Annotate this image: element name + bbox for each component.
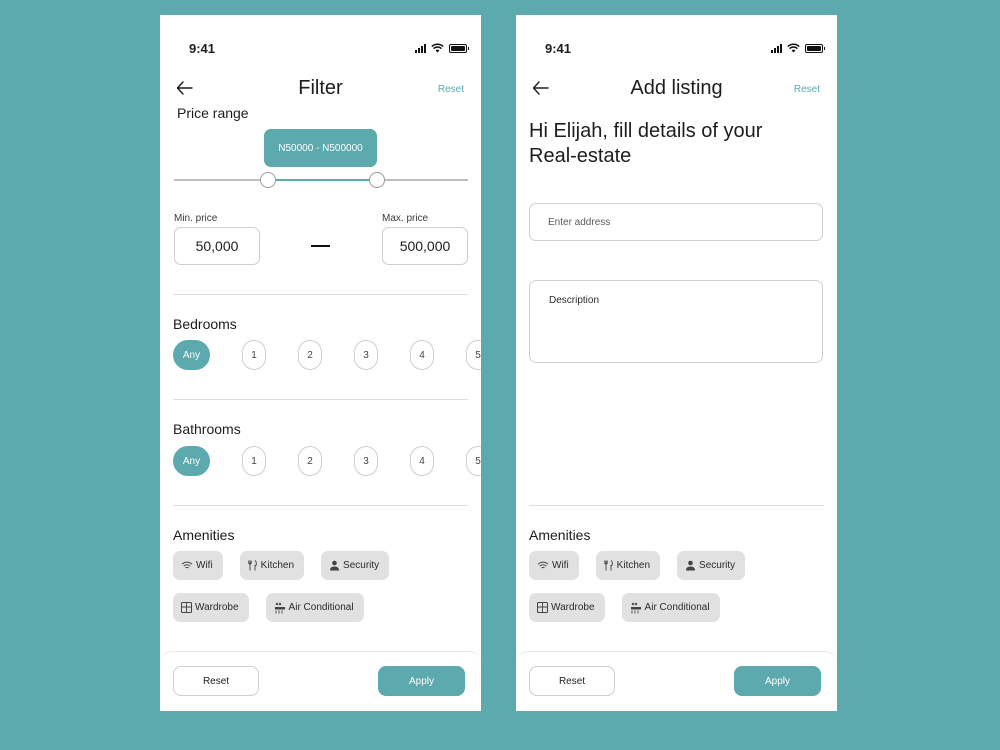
- amenity-label: Wifi: [196, 560, 213, 571]
- amenity-chip-kitchen[interactable]: Kitchen: [239, 551, 305, 580]
- amenities-row: Wardrobe Air Conditional: [173, 593, 364, 622]
- amenity-label: Kitchen: [260, 560, 295, 571]
- bedrooms-option-3[interactable]: 3: [354, 340, 378, 370]
- bathrooms-option-2[interactable]: 2: [298, 446, 322, 476]
- amenities-row: Wifi Kitchen Security: [529, 551, 746, 580]
- bathrooms-option-any[interactable]: Any: [173, 446, 210, 476]
- battery-icon: [449, 43, 469, 53]
- amenity-label: Security: [699, 560, 736, 571]
- wardrobe-icon: [181, 602, 192, 613]
- amenity-chip-wardrobe[interactable]: Wardrobe: [173, 593, 249, 622]
- status-icons: [415, 43, 469, 53]
- amenities-title: Amenities: [529, 527, 591, 543]
- status-icons: [771, 43, 825, 53]
- min-price-handle[interactable]: [260, 172, 276, 188]
- amenities-row: Wardrobe Air Conditional: [529, 593, 720, 622]
- max-price-input[interactable]: 500,000: [382, 227, 468, 265]
- signal-icon: [771, 43, 782, 53]
- amenity-chip-wardrobe[interactable]: Wardrobe: [529, 593, 605, 622]
- min-price-label: Min. price: [174, 213, 218, 224]
- wardrobe-icon: [537, 602, 548, 613]
- security-icon: [329, 560, 340, 571]
- amenity-label: Air Conditional: [644, 602, 710, 613]
- air-conditioner-icon: [274, 602, 286, 614]
- page-title: Add listing: [630, 77, 723, 99]
- bedrooms-options: Any 1 2 3 4 5: [173, 340, 481, 370]
- max-price-label: Max. price: [382, 213, 429, 224]
- price-separator: [311, 245, 330, 247]
- amenity-chip-wifi[interactable]: Wifi: [529, 551, 579, 580]
- amenity-chip-security[interactable]: Security: [321, 551, 390, 580]
- divider: [173, 399, 468, 400]
- bedrooms-option-5[interactable]: 5: [466, 340, 481, 370]
- bathrooms-option-1[interactable]: 1: [242, 446, 266, 476]
- amenity-label: Wardrobe: [195, 602, 239, 613]
- min-price-input[interactable]: 50,000: [174, 227, 260, 265]
- divider: [173, 505, 468, 506]
- amenity-chip-security[interactable]: Security: [677, 551, 746, 580]
- status-time: 9:41: [189, 41, 216, 56]
- price-range-tooltip: N50000 - N500000: [264, 129, 377, 167]
- filter-screen: 9:41 Filter Reset Price range N50000 - N…: [160, 15, 481, 711]
- security-icon: [685, 560, 696, 571]
- bedrooms-title: Bedrooms: [173, 316, 237, 332]
- kitchen-icon: [248, 560, 258, 571]
- apply-button[interactable]: Apply: [378, 666, 465, 696]
- amenity-label: Wardrobe: [551, 602, 595, 613]
- address-input[interactable]: [529, 203, 823, 241]
- bedrooms-option-2[interactable]: 2: [298, 340, 322, 370]
- wifi-status-icon: [787, 43, 800, 53]
- max-price-handle[interactable]: [369, 172, 385, 188]
- amenities-row: Wifi Kitchen Security: [173, 551, 390, 580]
- amenity-chip-kitchen[interactable]: Kitchen: [595, 551, 661, 580]
- status-time: 9:41: [545, 41, 572, 56]
- bathrooms-title: Bathrooms: [173, 421, 241, 437]
- wifi-icon: [537, 561, 549, 570]
- amenities-title: Amenities: [173, 527, 235, 543]
- header-reset-link[interactable]: Reset: [438, 84, 464, 95]
- wifi-icon: [181, 561, 193, 570]
- amenity-label: Security: [343, 560, 380, 571]
- header-reset-link[interactable]: Reset: [794, 84, 820, 95]
- add-listing-screen: 9:41 Add listing Reset Hi Elijah, fill d…: [516, 15, 837, 711]
- amenity-label: Kitchen: [616, 560, 651, 571]
- bedrooms-option-4[interactable]: 4: [410, 340, 434, 370]
- amenity-chip-wifi[interactable]: Wifi: [173, 551, 223, 580]
- divider: [173, 294, 468, 295]
- amenity-chip-air-conditional[interactable]: Air Conditional: [265, 593, 364, 622]
- bathrooms-option-4[interactable]: 4: [410, 446, 434, 476]
- page-title: Filter: [298, 77, 343, 99]
- reset-button[interactable]: Reset: [173, 666, 259, 696]
- wifi-status-icon: [431, 43, 444, 53]
- amenity-label: Wifi: [552, 560, 569, 571]
- amenity-chip-air-conditional[interactable]: Air Conditional: [621, 593, 720, 622]
- divider: [529, 505, 824, 506]
- bedrooms-option-any[interactable]: Any: [173, 340, 210, 370]
- bathrooms-option-3[interactable]: 3: [354, 446, 378, 476]
- price-range-title: Price range: [177, 105, 249, 121]
- air-conditioner-icon: [630, 602, 642, 614]
- price-slider-range: [267, 179, 377, 181]
- bedrooms-option-1[interactable]: 1: [242, 340, 266, 370]
- bathrooms-options: Any 1 2 3 4 5: [173, 446, 481, 476]
- signal-icon: [415, 43, 426, 53]
- battery-icon: [805, 43, 825, 53]
- kitchen-icon: [604, 560, 614, 571]
- description-input[interactable]: [529, 280, 823, 363]
- apply-button[interactable]: Apply: [734, 666, 821, 696]
- amenity-label: Air Conditional: [288, 602, 354, 613]
- reset-button[interactable]: Reset: [529, 666, 615, 696]
- bathrooms-option-5[interactable]: 5: [466, 446, 481, 476]
- greeting-text: Hi Elijah, fill details of your Real-est…: [529, 120, 763, 167]
